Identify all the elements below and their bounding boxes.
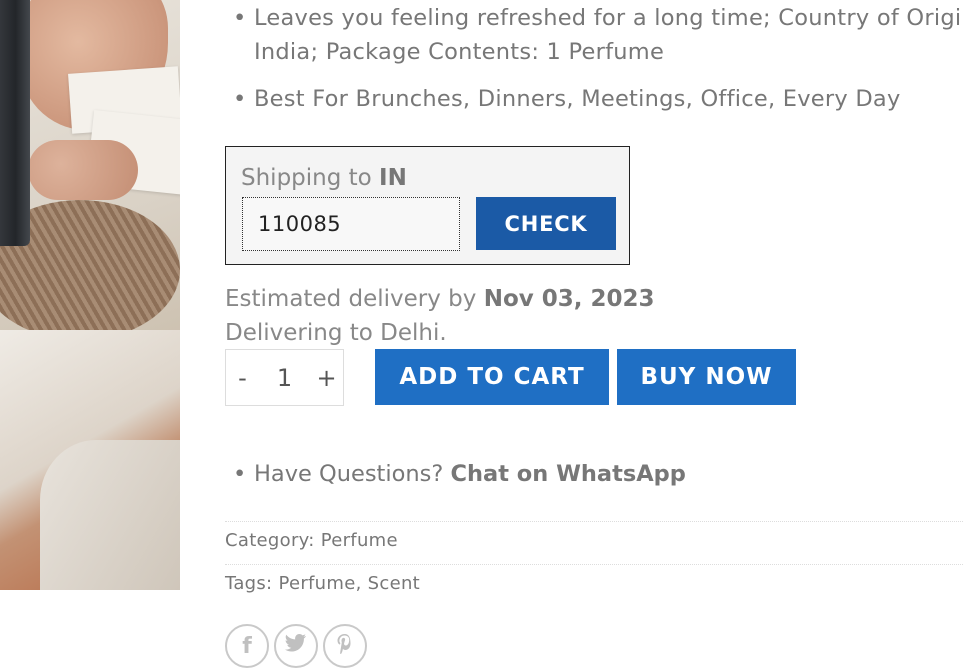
product-image[interactable] [0, 0, 180, 590]
buy-now-button[interactable]: BUY NOW [617, 349, 796, 405]
add-to-cart-button[interactable]: ADD TO CART [375, 349, 609, 405]
pincode-input[interactable] [242, 197, 460, 251]
photo-finger [28, 140, 138, 200]
tag-separator: , [355, 573, 368, 594]
pinterest-p-shape [337, 634, 351, 654]
category-link[interactable]: Perfume [321, 530, 398, 551]
whatsapp-chat-link[interactable]: Chat on WhatsApp [450, 461, 685, 487]
quantity-stepper: - 1 + [225, 349, 344, 406]
photo-jar [40, 440, 180, 590]
tag-link[interactable]: Scent [368, 573, 420, 594]
photo-bottle [0, 0, 30, 246]
tags-row: Tags: Perfume, Scent [225, 564, 963, 594]
category-row: Category: Perfume [225, 521, 963, 551]
category-label: Category: [225, 530, 315, 551]
twitter-bird-shape [285, 634, 306, 652]
quantity-value[interactable]: 1 [259, 364, 310, 392]
shipping-country: IN [379, 165, 407, 191]
pinterest-icon[interactable] [323, 624, 367, 668]
delivery-info: Estimated delivery by Nov 03, 2023 Deliv… [225, 282, 655, 350]
shipping-label: Shipping to IN [241, 165, 407, 191]
twitter-icon[interactable] [274, 624, 318, 668]
feature-item: Best For Brunches, Dinners, Meetings, Of… [233, 82, 963, 116]
tag-link[interactable]: Perfume [278, 573, 355, 594]
feature-text: Leaves you feeling refreshed for a long … [254, 5, 963, 31]
feature-text: India; Package Contents: 1 Perfume [254, 39, 665, 65]
shipping-prefix: Shipping to [241, 165, 372, 191]
delivery-prefix: Estimated delivery by [225, 286, 477, 312]
delivery-date: Nov 03, 2023 [483, 286, 655, 312]
quantity-minus-button[interactable]: - [226, 364, 259, 392]
share-icons: f [225, 624, 367, 668]
feature-text: Best For Brunches, Dinners, Meetings, Of… [254, 86, 901, 112]
questions-prefix: Have Questions? [254, 461, 444, 487]
questions-item: Have Questions? Chat on WhatsApp [233, 457, 686, 491]
quantity-plus-button[interactable]: + [310, 364, 343, 392]
feature-list: Leaves you feeling refreshed for a long … [233, 1, 963, 129]
delivering-to: Delivering to Delhi. [225, 320, 447, 346]
shipping-check-box: Shipping to IN CHECK [225, 146, 630, 265]
check-button[interactable]: CHECK [476, 197, 616, 250]
facebook-icon[interactable]: f [225, 624, 269, 668]
feature-item: Leaves you feeling refreshed for a long … [233, 1, 963, 69]
tags-label: Tags: [225, 573, 273, 594]
